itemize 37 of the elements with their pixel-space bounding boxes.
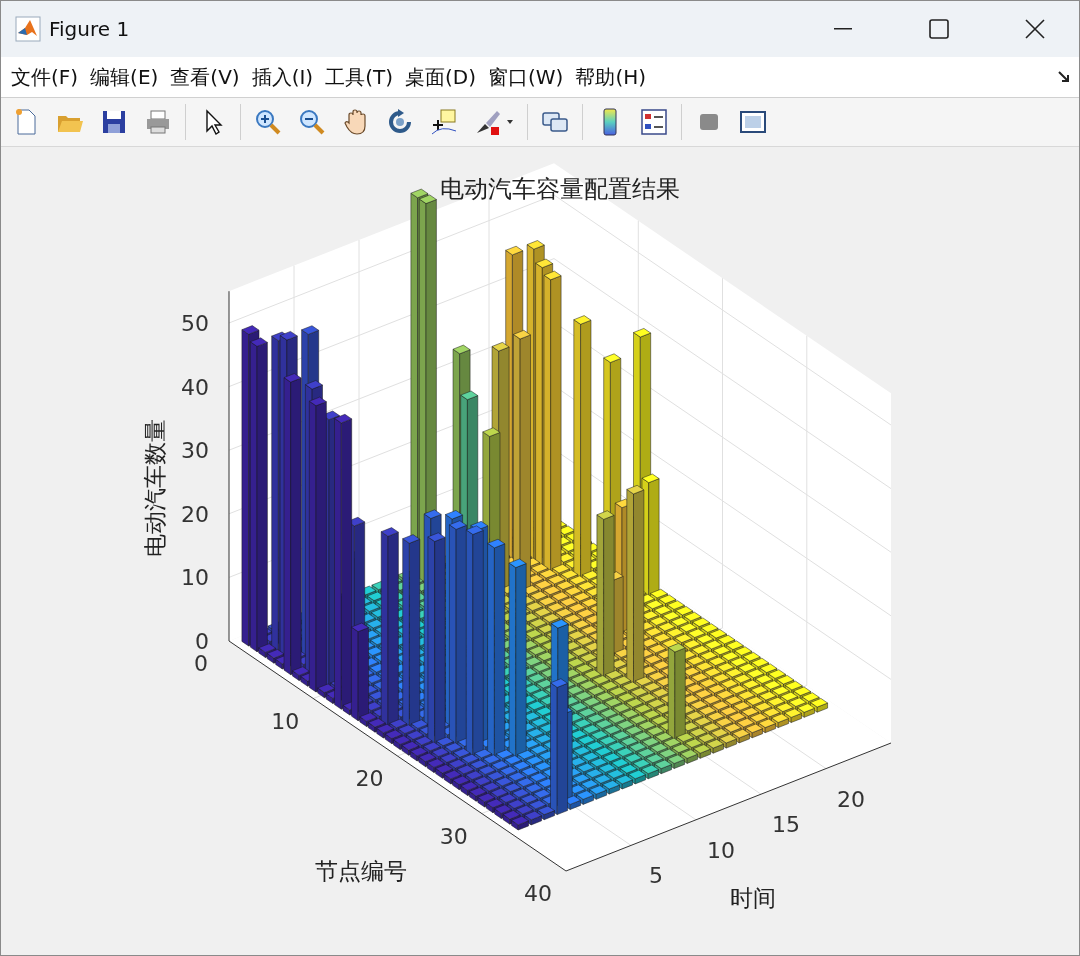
tick-label: 40	[524, 881, 552, 906]
menu-item[interactable]: 编辑(E)	[84, 63, 165, 91]
tick-label: 10	[181, 565, 209, 591]
tick-label: 10	[271, 708, 300, 734]
zoom-in-icon[interactable]	[253, 107, 283, 137]
tick-label: 10	[707, 837, 735, 863]
window-title: Figure 1	[49, 17, 131, 41]
tick-label: 20	[837, 786, 865, 812]
x-axis-label: 节点编号	[315, 859, 407, 884]
dock-arrow-icon[interactable]	[1057, 70, 1071, 84]
menu-item[interactable]: 文件(F)	[5, 63, 85, 91]
menu-item[interactable]: 工具(T)	[319, 63, 399, 91]
tick-label: 20	[181, 501, 209, 527]
minimize-icon[interactable]	[834, 28, 852, 30]
tick-label: 30	[439, 823, 468, 849]
tick-label: 30	[181, 438, 209, 464]
tick-label: 0	[194, 651, 208, 676]
app-logo-icon	[15, 16, 41, 42]
menu-item[interactable]: 插入(I)	[245, 63, 320, 91]
menu-item[interactable]: 帮助(H)	[569, 63, 653, 91]
menu-item[interactable]: 查看(V)	[164, 63, 246, 91]
maximize-icon[interactable]	[929, 19, 949, 39]
data-cursor-icon[interactable]	[429, 107, 459, 137]
menu-item[interactable]: 窗口(W)	[482, 63, 570, 91]
close-icon[interactable]	[1025, 19, 1045, 39]
zoom-out-icon[interactable]	[297, 107, 327, 137]
menu-item[interactable]: 桌面(D)	[399, 63, 482, 91]
tick-label: 50	[181, 311, 209, 336]
tick-label: 20	[355, 766, 384, 791]
z-axis-label: 电动汽车数量	[143, 419, 168, 557]
tick-label: 15	[772, 812, 800, 838]
chart-title: 电动汽车容量配置结果	[440, 176, 680, 202]
tick-label: 0	[195, 629, 209, 654]
tick-label: 40	[181, 374, 209, 400]
tick-label: 5	[649, 863, 663, 889]
legend-icon[interactable]	[639, 107, 669, 137]
y-axis-label: 时间	[730, 886, 776, 911]
